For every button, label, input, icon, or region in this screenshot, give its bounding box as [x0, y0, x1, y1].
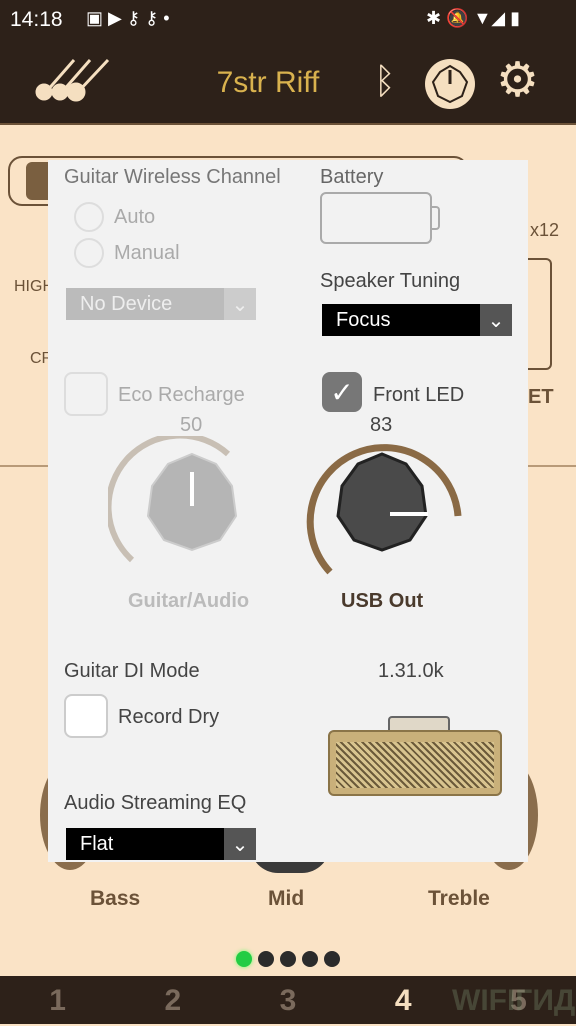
amp-image [328, 730, 502, 796]
di-mode-title: Guitar DI Mode [64, 660, 200, 682]
chevron-down-icon: ⌄ [224, 288, 256, 320]
page-dot[interactable] [280, 951, 296, 967]
watermark: WIFIГИД [452, 984, 576, 1017]
device-value: No Device [80, 292, 173, 315]
record-dry-checkbox[interactable] [64, 694, 108, 738]
radio-label: Manual [114, 241, 180, 264]
eco-recharge-checkbox[interactable] [64, 372, 108, 416]
radio-label: Auto [114, 205, 156, 228]
wireless-title: Guitar Wireless Channel [64, 166, 281, 188]
nav-item-2[interactable]: 2 [115, 976, 230, 1024]
chevron-down-icon: ⌄ [224, 828, 256, 860]
radio-button[interactable] [74, 238, 104, 268]
device-select[interactable]: No Device ⌄ [66, 288, 256, 320]
bg-label: x12 [530, 220, 560, 240]
firmware-version: 1.31.0k [378, 660, 444, 682]
guitar-audio-value: 50 [180, 414, 203, 436]
chevron-down-icon: ⌄ [480, 304, 512, 336]
speaker-value: Focus [336, 308, 391, 331]
bg-label: ET [528, 386, 554, 408]
mid-label: Mid [268, 887, 305, 910]
usb-out-knob[interactable] [298, 436, 468, 596]
app-header: 7str Riff ᛒ ⚙ [0, 40, 576, 125]
nav-item-4[interactable]: 4 [346, 976, 461, 1024]
usb-out-label: USB Out [341, 590, 424, 612]
page-dot[interactable] [302, 951, 318, 967]
notification-icons: ▣ ▶ ⚷ ⚷ • [86, 8, 170, 28]
battery-title: Battery [320, 166, 384, 188]
speaker-tuning-select[interactable]: Focus ⌄ [322, 304, 512, 336]
guitar-audio-label: Guitar/Audio [128, 590, 250, 612]
gear-icon[interactable]: ⚙ [496, 52, 539, 108]
speaker-title: Speaker Tuning [320, 270, 461, 292]
clock: 14:18 [10, 8, 63, 31]
preset-title[interactable]: 7str Riff [0, 66, 576, 100]
record-dry-label: Record Dry [118, 706, 220, 728]
front-led-checkbox[interactable]: ✓ [322, 372, 362, 412]
usb-out-value: 83 [370, 414, 393, 436]
bluetooth-icon[interactable]: ᛒ [374, 60, 396, 102]
radio-auto[interactable]: Auto [74, 202, 155, 232]
eq-select[interactable]: Flat ⌄ [66, 828, 256, 860]
radio-manual[interactable]: Manual [74, 238, 180, 268]
status-bar: 14:18 ▣ ▶ ⚷ ⚷ • ✱ 🔕 ▼◢ ▮ [0, 0, 576, 40]
eq-value: Flat [80, 832, 114, 855]
nav-item-1[interactable]: 1 [0, 976, 115, 1024]
eco-label: Eco Recharge [118, 384, 245, 406]
page-dot[interactable] [324, 951, 340, 967]
battery-tip [432, 206, 440, 230]
page-indicator [233, 951, 343, 967]
treble-label: Treble [428, 887, 490, 910]
battery-icon [320, 192, 432, 244]
knob-icon[interactable] [424, 58, 476, 110]
front-led-label: Front LED [373, 384, 465, 406]
system-icons: ✱ 🔕 ▼◢ ▮ [426, 8, 521, 28]
guitar-audio-knob[interactable] [108, 436, 278, 596]
page-dot-active[interactable] [236, 951, 252, 967]
nav-item-3[interactable]: 3 [230, 976, 345, 1024]
radio-button[interactable] [74, 202, 104, 232]
eq-title: Audio Streaming EQ [64, 792, 247, 814]
bass-label: Bass [90, 887, 141, 910]
background-cab [526, 258, 552, 370]
settings-dialog: Guitar Wireless Channel Auto Manual No D… [48, 160, 528, 862]
page-dot[interactable] [258, 951, 274, 967]
